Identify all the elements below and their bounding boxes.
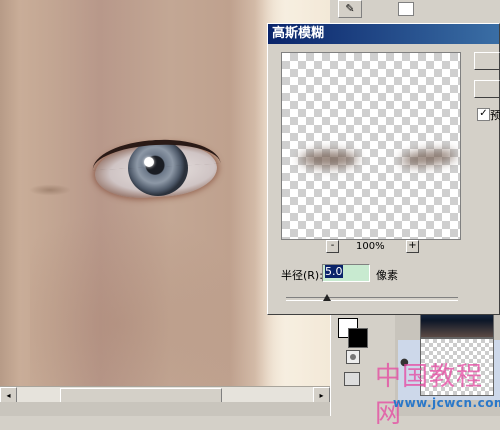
cheek-shadow <box>30 210 250 400</box>
ok-button[interactable] <box>474 52 500 70</box>
watermark-text: 中国教程网 <box>375 362 484 429</box>
zoom-level: 100% <box>356 241 385 252</box>
preview-area[interactable] <box>281 52 461 240</box>
background-color-swatch[interactable] <box>348 328 368 348</box>
zoom-out-button[interactable]: - <box>326 240 339 253</box>
blurred-eyebrow-right <box>399 148 457 168</box>
gaussian-blur-dialog: 高斯模糊 - 100% + 半径(R): 5.0 像素 ✓ 预 <box>267 23 500 315</box>
radius-value: 5.0 <box>325 265 343 278</box>
radius-unit: 像素 <box>376 269 398 282</box>
horizontal-scrollbar[interactable]: ◂ ▸ <box>0 386 330 404</box>
dialog-title[interactable]: 高斯模糊 <box>268 24 499 44</box>
radius-input[interactable]: 5.0 <box>322 264 370 282</box>
zoom-in-button[interactable]: + <box>406 240 419 253</box>
screen-mode-icon[interactable] <box>344 372 360 386</box>
panel-button[interactable] <box>398 2 414 16</box>
radius-slider-thumb[interactable] <box>323 294 332 301</box>
blurred-eyebrow-left <box>300 151 358 167</box>
watermark-url: www.jcwcn.com <box>393 396 500 410</box>
radius-slider[interactable] <box>286 297 458 301</box>
brush-icon[interactable]: ✎ <box>338 0 362 18</box>
preview-checkbox[interactable]: ✓ <box>477 108 490 121</box>
preview-label: 预 <box>490 109 500 122</box>
cancel-button[interactable] <box>474 80 500 98</box>
quick-mask-icon[interactable] <box>346 350 360 364</box>
scroll-thumb[interactable] <box>60 388 222 403</box>
radius-label: 半径(R): <box>281 269 323 282</box>
status-strip <box>0 402 330 416</box>
